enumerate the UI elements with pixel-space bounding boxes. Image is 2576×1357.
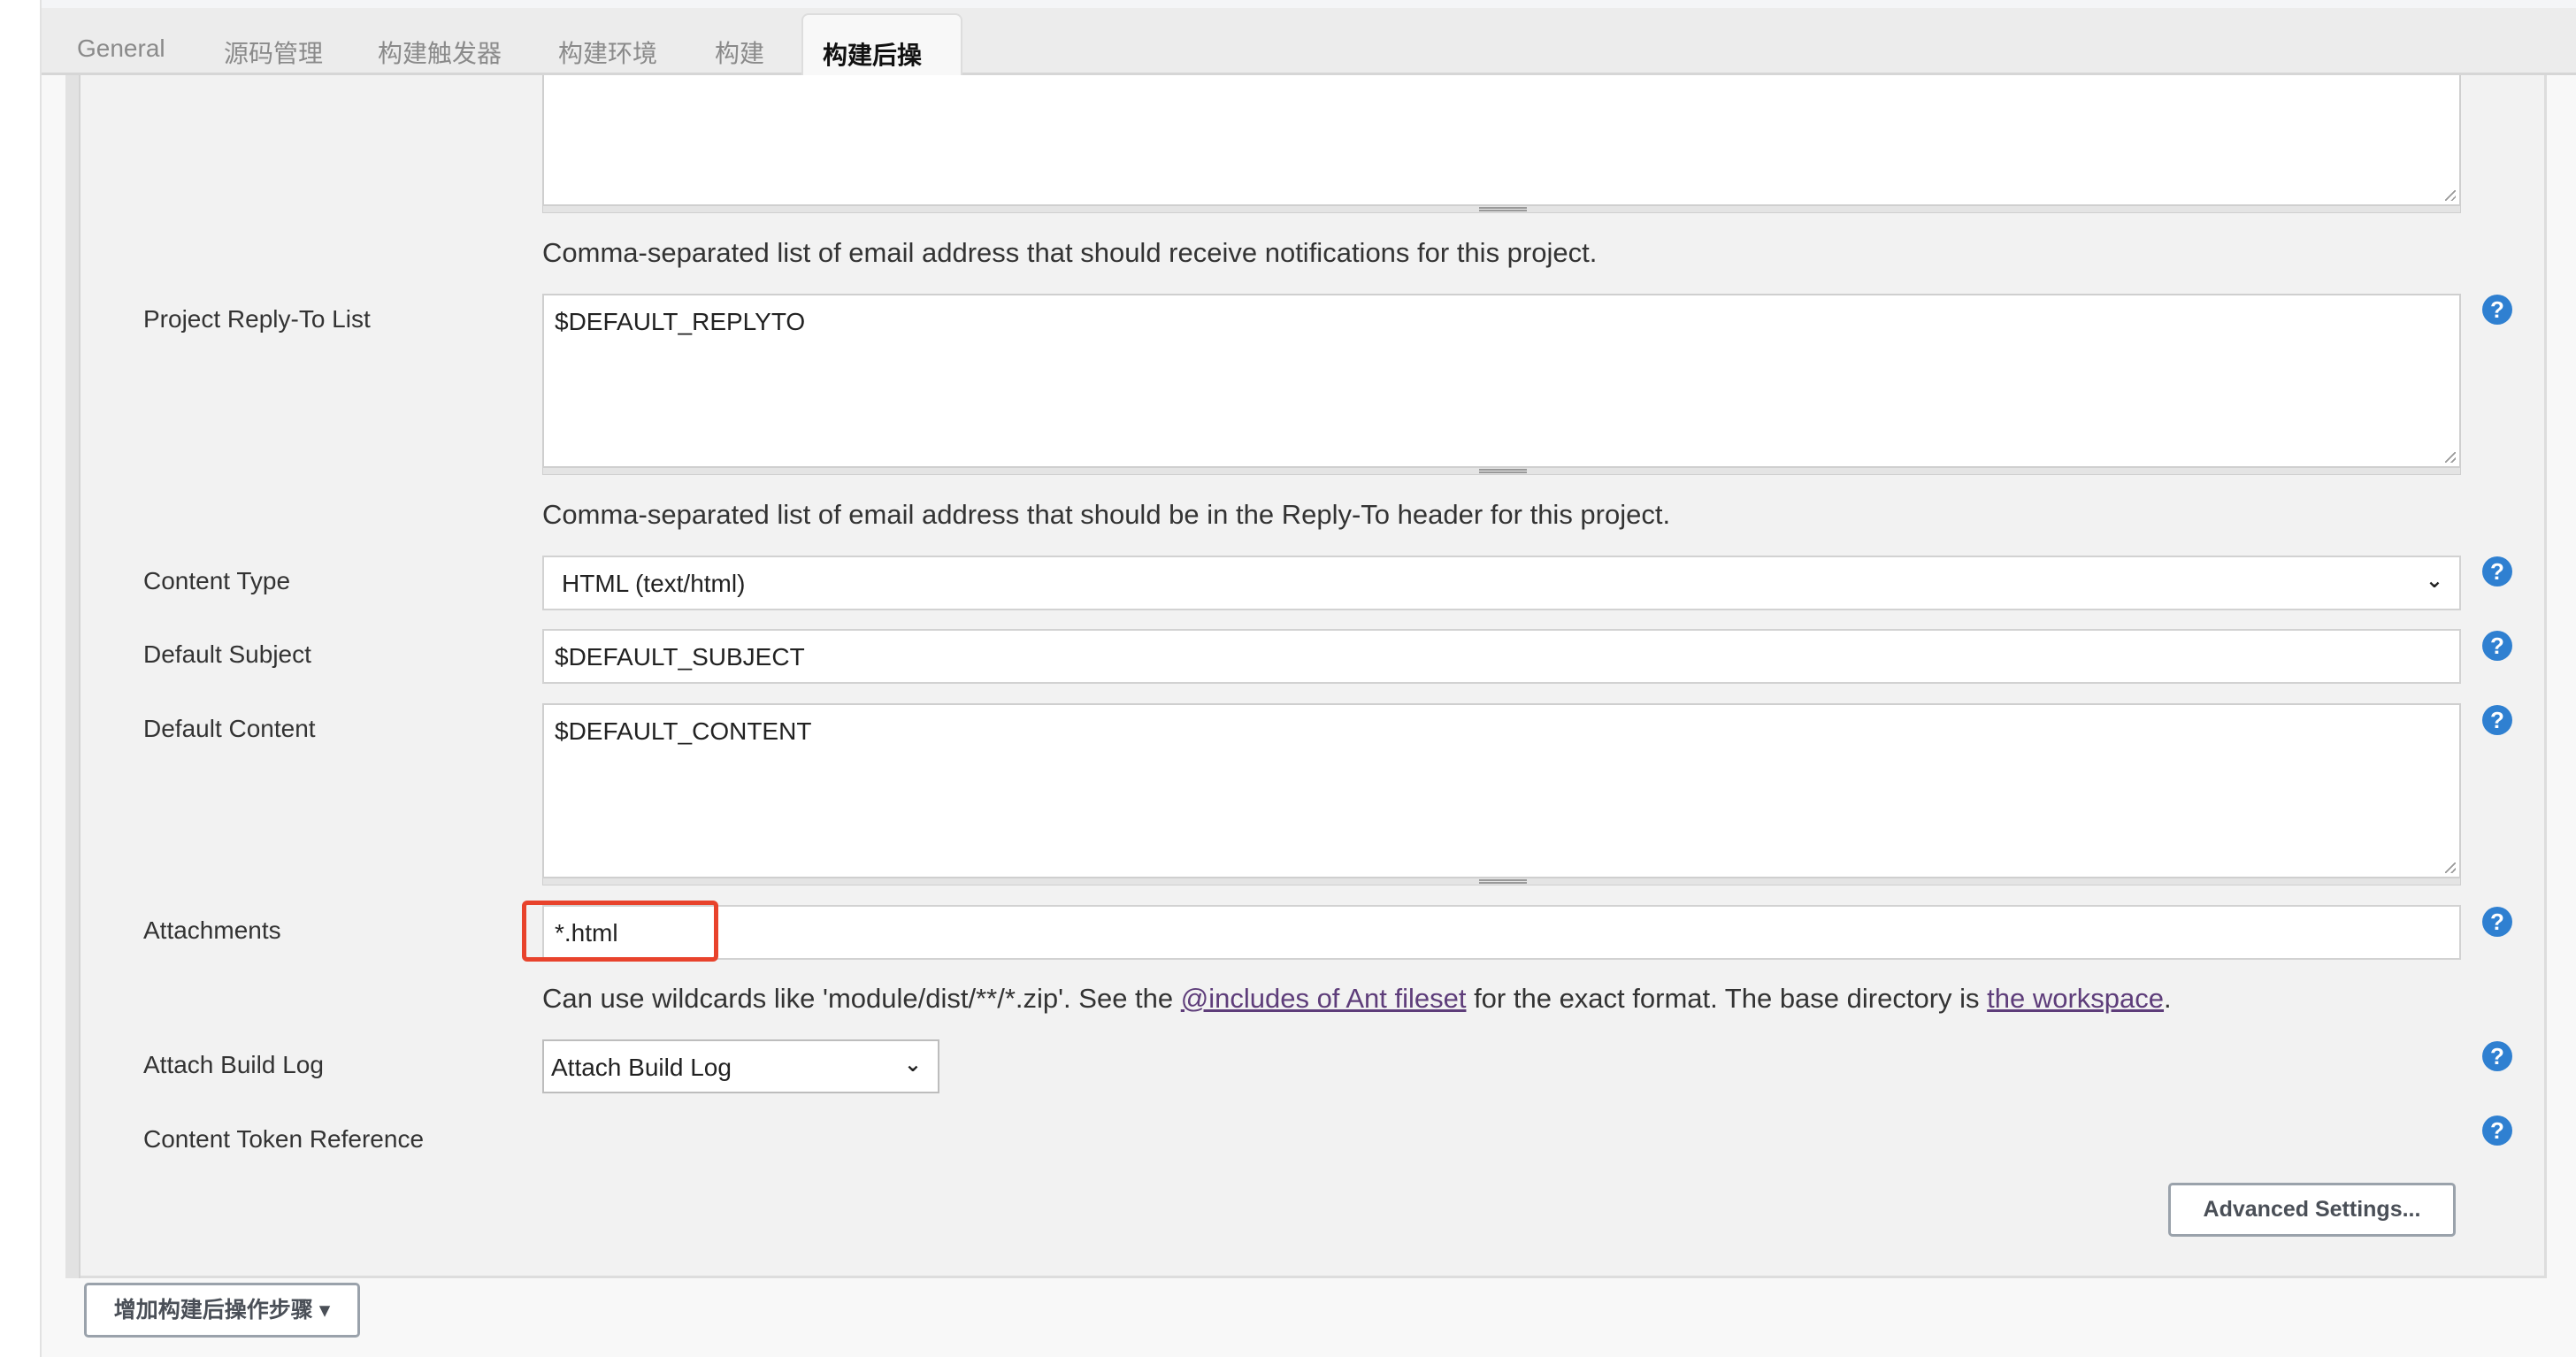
help-icon[interactable]: ? <box>2482 295 2512 325</box>
ant-fileset-link[interactable]: @includes of Ant fileset <box>1181 983 1467 1014</box>
attach-build-log-label: Attach Build Log <box>143 1051 324 1078</box>
highlight-box <box>522 901 718 962</box>
section-bar <box>65 75 80 1278</box>
workspace-link[interactable]: the workspace <box>1987 983 2164 1014</box>
attach-build-log-value: Attach Build Log <box>551 1054 732 1081</box>
chevron-down-icon: ⌄ <box>903 1053 922 1077</box>
resize-handle[interactable] <box>542 878 2461 886</box>
content-type-value: HTML (text/html) <box>562 570 746 597</box>
attachments-label: Attachments <box>143 916 281 944</box>
tab-post-build[interactable]: 构建后操作 <box>801 13 962 104</box>
help-icon[interactable]: ? <box>2482 631 2512 661</box>
reply-to-label: Project Reply-To List <box>143 305 371 333</box>
help-icon[interactable]: ? <box>2482 907 2512 937</box>
add-post-build-step-button[interactable]: 增加构建后操作步骤 ▾ <box>84 1283 360 1338</box>
tab-environment[interactable]: 构建环境 <box>558 34 657 70</box>
dropdown-caret-icon: ▾ <box>318 1298 331 1322</box>
help-text: . <box>2164 983 2172 1014</box>
attachments-help: Can use wildcards like 'module/dist/**/*… <box>542 983 2172 1015</box>
help-icon[interactable]: ? <box>2482 1041 2512 1071</box>
recipients-textarea[interactable] <box>542 75 2461 206</box>
default-subject-label: Default Subject <box>143 640 311 668</box>
content-type-label: Content Type <box>143 567 291 594</box>
content-token-reference-label: Content Token Reference <box>143 1125 425 1153</box>
help-text: Can use wildcards like 'module/dist/**/*… <box>542 983 1181 1014</box>
attach-build-log-select[interactable]: Attach Build Log ⌄ <box>542 1039 939 1093</box>
resize-handle[interactable] <box>542 205 2461 213</box>
top-strip <box>0 0 2576 8</box>
tab-bar: General 源码管理 构建触发器 构建环境 构建 构建后操作 <box>42 8 2576 104</box>
chevron-down-icon: ⌄ <box>2425 569 2443 593</box>
default-content-textarea[interactable]: $DEFAULT_CONTENT <box>542 703 2461 878</box>
tab-triggers[interactable]: 构建触发器 <box>378 34 502 70</box>
recipients-help: Comma-separated list of email address th… <box>542 237 1598 268</box>
tab-build[interactable]: 构建 <box>715 34 764 70</box>
help-icon[interactable]: ? <box>2482 1116 2512 1146</box>
reply-to-help: Comma-separated list of email address th… <box>542 499 1671 530</box>
help-icon[interactable]: ? <box>2482 556 2512 586</box>
default-subject-input[interactable]: $DEFAULT_SUBJECT <box>542 629 2461 684</box>
default-content-label: Default Content <box>143 715 316 742</box>
tab-scm[interactable]: 源码管理 <box>224 34 323 70</box>
content-type-select[interactable]: HTML (text/html) ⌄ <box>542 556 2461 610</box>
attachments-input[interactable]: *.html <box>542 905 2461 960</box>
help-text: for the exact format. The base directory… <box>1466 983 1988 1014</box>
add-post-build-step-label: 增加构建后操作步骤 <box>113 1298 313 1322</box>
reply-to-textarea[interactable]: $DEFAULT_REPLYTO <box>542 294 2461 468</box>
advanced-settings-button[interactable]: Advanced Settings... <box>2168 1183 2456 1237</box>
left-strip <box>0 0 42 1357</box>
resize-handle[interactable] <box>542 467 2461 475</box>
help-icon[interactable]: ? <box>2482 705 2512 735</box>
tab-general[interactable]: General <box>77 34 165 63</box>
